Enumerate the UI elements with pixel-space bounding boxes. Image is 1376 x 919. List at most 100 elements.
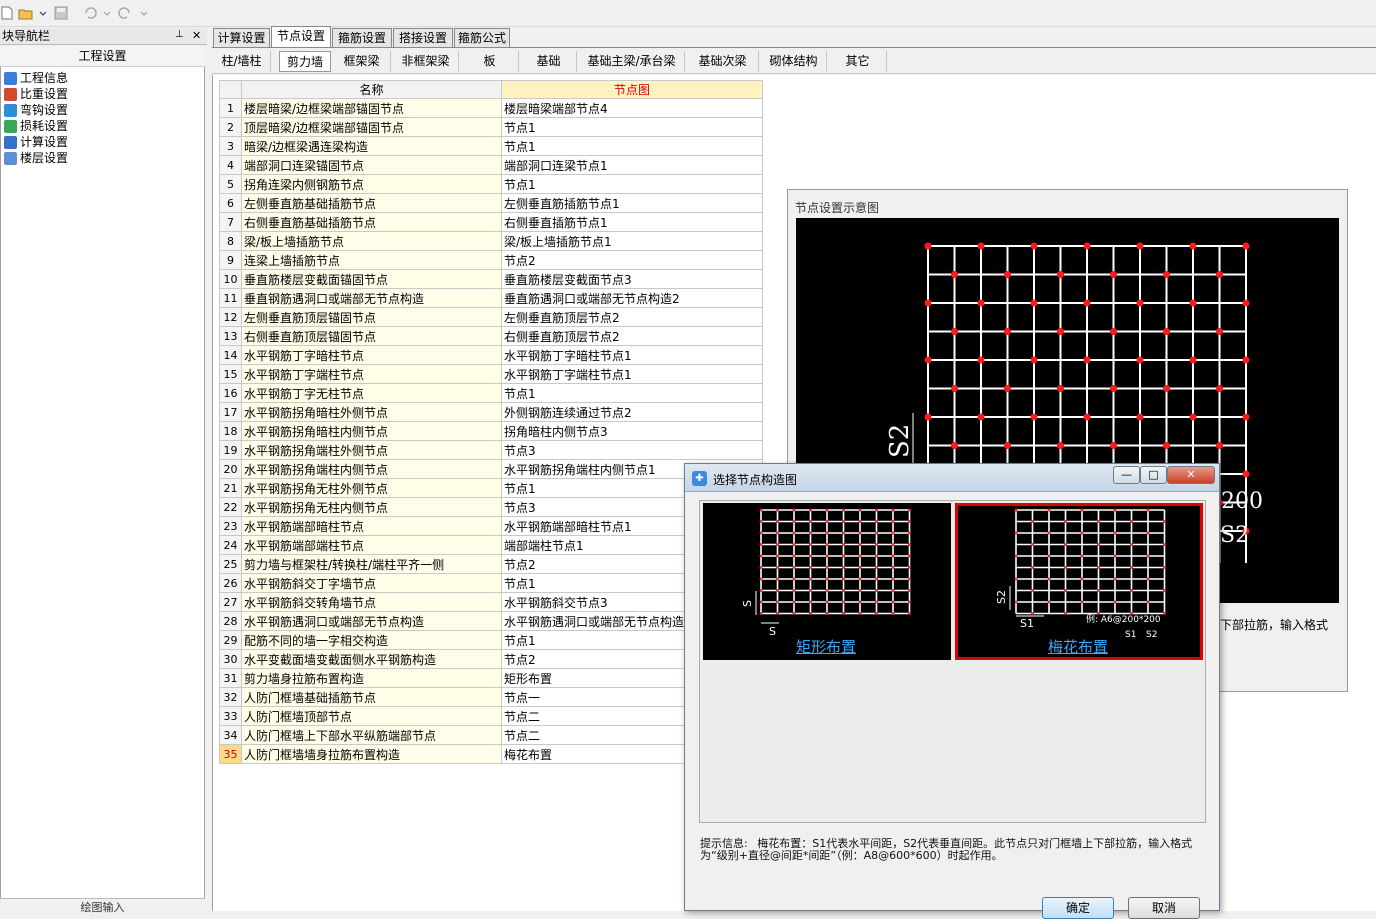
cell-node[interactable]: 水平钢筋丁字端柱节点1 — [501, 364, 763, 384]
subtab-item[interactable]: 基础 — [521, 51, 577, 72]
new-icon[interactable] — [0, 4, 14, 22]
preview-node — [1057, 328, 1064, 335]
table-row[interactable]: 30 水平变截面墙变截面侧水平钢筋构造 节点2 — [219, 649, 763, 669]
pin-icon[interactable]: ⊥ — [175, 29, 184, 40]
table-row[interactable]: 28 水平钢筋遇洞口或端部无节点构造 水平钢筋遇洞口或端部无节点构造 — [219, 611, 763, 631]
cell-node[interactable]: 节点1 — [501, 136, 763, 156]
table-row[interactable]: 24 水平钢筋端部端柱节点 端部端柱节点1 — [219, 535, 763, 555]
cancel-button[interactable]: 取消 — [1128, 897, 1200, 919]
cell-node[interactable]: 节点1 — [501, 383, 763, 403]
tab-item[interactable]: 计算设置 — [213, 28, 270, 48]
table-row[interactable]: 25 剪力墙与框架柱/转换柱/端柱平齐一侧 节点2 — [219, 554, 763, 574]
table-row[interactable]: 26 水平钢筋斜交丁字墙节点 节点1 — [219, 573, 763, 593]
nav-item[interactable]: 工程信息 — [4, 70, 68, 86]
tab-item[interactable]: 搭接设置 — [393, 28, 453, 48]
cell-node[interactable]: 左侧垂直筋插筋节点1 — [501, 193, 763, 213]
ok-button[interactable]: 确定 — [1042, 897, 1114, 919]
undo-icon[interactable] — [81, 4, 111, 22]
open-icon[interactable] — [17, 4, 47, 22]
table-row[interactable]: 21 水平钢筋拐角无柱外侧节点 节点1 — [219, 478, 763, 498]
table-row[interactable]: 14 水平钢筋丁字暗柱节点 水平钢筋丁字暗柱节点1 — [219, 345, 763, 365]
thumb-node — [776, 589, 779, 592]
thumb-node — [792, 543, 796, 546]
table-row[interactable]: 32 人防门框墙基础插筋节点 节点一 — [219, 687, 763, 707]
cell-node[interactable]: 右侧垂直插筋节点1 — [501, 212, 763, 232]
table-row[interactable]: 5 拐角连梁内侧钢筋节点 节点1 — [219, 174, 763, 194]
table-row[interactable]: 33 人防门框墙顶部节点 节点二 — [219, 706, 763, 726]
cell-name: 连梁上墙插筋节点 — [241, 250, 502, 270]
tab-item[interactable]: 箍筋设置 — [332, 28, 392, 48]
subtab-item[interactable]: 基础次梁 — [687, 51, 759, 72]
maximize-button[interactable]: □ — [1140, 466, 1167, 484]
table-row[interactable]: 23 水平钢筋端部暗柱节点 水平钢筋端部暗柱节点1 — [219, 516, 763, 536]
cell-node[interactable]: 右侧垂直筋顶层节点2 — [501, 326, 763, 346]
subtab-item[interactable]: 柱/墙柱 — [213, 51, 271, 72]
cell-node[interactable]: 垂直筋楼层变截面节点3 — [501, 269, 763, 289]
cell-name: 左侧垂直筋基础插筋节点 — [241, 193, 502, 213]
cell-node[interactable]: 节点1 — [501, 174, 763, 194]
nav-close-icon[interactable]: ✕ — [192, 29, 201, 42]
table-row[interactable]: 18 水平钢筋拐角暗柱内侧节点 拐角暗柱内侧节点3 — [219, 421, 763, 441]
table-row[interactable]: 31 剪力墙身拉筋布置构造 矩形布置 — [219, 668, 763, 688]
table-row[interactable]: 35 人防门框墙墙身拉筋布置构造 梅花布置 — [219, 744, 763, 764]
table-row[interactable]: 8 梁/板上墙插筋节点 梁/板上墙插筋节点1 — [219, 231, 763, 251]
tab-item[interactable]: 节点设置 — [271, 26, 331, 48]
cell-node[interactable]: 左侧垂直筋顶层节点2 — [501, 307, 763, 327]
nav-item[interactable]: 楼层设置 — [4, 150, 68, 166]
table-row[interactable]: 10 垂直筋楼层变截面锚固节点 垂直筋楼层变截面节点3 — [219, 269, 763, 289]
table-row[interactable]: 4 端部洞口连梁锚固节点 端部洞口连梁节点1 — [219, 155, 763, 175]
close-button[interactable]: ✕ — [1167, 466, 1215, 484]
table-row[interactable]: 19 水平钢筋拐角端柱外侧节点 节点3 — [219, 440, 763, 460]
table-row[interactable]: 7 右侧垂直筋基础插筋节点 右侧垂直插筋节点1 — [219, 212, 763, 232]
nav-item[interactable]: 计算设置 — [4, 134, 68, 150]
option-plum-label[interactable]: 梅花布置 — [1048, 636, 1108, 657]
subtab-item[interactable]: 砌体结构 — [761, 51, 827, 72]
table-row[interactable]: 1 楼层暗梁/边框梁端部锚固节点 楼层暗梁端部节点4 — [219, 98, 763, 118]
subtab-item[interactable]: 剪力墙 — [279, 51, 331, 72]
cell-node[interactable]: 外侧钢筋连续通过节点2 — [501, 402, 763, 422]
table-row[interactable]: 11 垂直钢筋遇洞口或端部无节点构造 垂直筋遇洞口或端部无节点构造2 — [219, 288, 763, 308]
nav-item[interactable]: 比重设置 — [4, 86, 68, 102]
table-row[interactable]: 12 左侧垂直筋顶层锚固节点 左侧垂直筋顶层节点2 — [219, 307, 763, 327]
nav-bottom-tab[interactable]: 绘图输入 — [0, 898, 205, 914]
table-row[interactable]: 13 右侧垂直筋顶层锚固节点 右侧垂直筋顶层节点2 — [219, 326, 763, 346]
table-row[interactable]: 27 水平钢筋斜交转角墙节点 水平钢筋斜交节点3 — [219, 592, 763, 612]
tab-item[interactable]: 箍筋公式 — [454, 28, 510, 48]
subtab-item[interactable]: 基础主梁/承台梁 — [579, 51, 685, 72]
cell-node[interactable]: 水平钢筋丁字暗柱节点1 — [501, 345, 763, 365]
preview-node — [951, 271, 958, 278]
option-rect-label[interactable]: 矩形布置 — [796, 636, 856, 657]
floor-icon — [4, 151, 17, 165]
cell-node[interactable]: 垂直筋遇洞口或端部无节点构造2 — [501, 288, 763, 308]
subtab-item[interactable]: 非框架梁 — [393, 51, 459, 72]
cell-node[interactable]: 节点2 — [501, 250, 763, 270]
cell-node[interactable]: 梁/板上墙插筋节点1 — [501, 231, 763, 251]
minimize-button[interactable]: — — [1113, 466, 1140, 484]
cell-node[interactable]: 拐角暗柱内侧节点3 — [501, 421, 763, 441]
nav-item[interactable]: 弯钩设置 — [4, 102, 68, 118]
table-row[interactable]: 22 水平钢筋拐角无柱内侧节点 节点3 — [219, 497, 763, 517]
subtab-item[interactable]: 框架梁 — [333, 51, 391, 72]
subtab-item[interactable]: 其它 — [829, 51, 887, 72]
table-row[interactable]: 3 暗梁/边框梁遇连梁构造 节点1 — [219, 136, 763, 156]
table-row[interactable]: 15 水平钢筋丁字端柱节点 水平钢筋丁字端柱节点1 — [219, 364, 763, 384]
table-row[interactable]: 17 水平钢筋拐角暗柱外侧节点 外侧钢筋连续通过节点2 — [219, 402, 763, 422]
redo-icon[interactable] — [116, 4, 148, 22]
cell-node[interactable]: 节点3 — [501, 440, 763, 460]
thumb-node — [792, 520, 796, 523]
table-row[interactable]: 9 连梁上墙插筋节点 节点2 — [219, 250, 763, 270]
table-row[interactable]: 34 人防门框墙上下部水平纵筋端部节点 节点二 — [219, 725, 763, 745]
cell-node[interactable]: 楼层暗梁端部节点4 — [501, 98, 763, 118]
thumb-node — [875, 577, 878, 581]
table-row[interactable]: 16 水平钢筋丁字无柱节点 节点1 — [219, 383, 763, 403]
save-icon[interactable] — [53, 4, 69, 22]
table-row[interactable]: 29 配筋不同的墙一字相交构造 节点1 — [219, 630, 763, 650]
nav-item[interactable]: 损耗设置 — [4, 118, 68, 134]
cell-node[interactable]: 节点1 — [501, 117, 763, 137]
cell-node[interactable]: 端部洞口连梁节点1 — [501, 155, 763, 175]
table-row[interactable]: 20 水平钢筋拐角端柱内侧节点 水平钢筋拐角端柱内侧节点1 — [219, 459, 763, 479]
table-row[interactable]: 6 左侧垂直筋基础插筋节点 左侧垂直筋插筋节点1 — [219, 193, 763, 213]
table-row[interactable]: 2 顶层暗梁/边框梁端部锚固节点 节点1 — [219, 117, 763, 137]
nav-section-title[interactable]: 工程设置 — [0, 46, 205, 67]
subtab-item[interactable]: 板 — [461, 51, 519, 72]
